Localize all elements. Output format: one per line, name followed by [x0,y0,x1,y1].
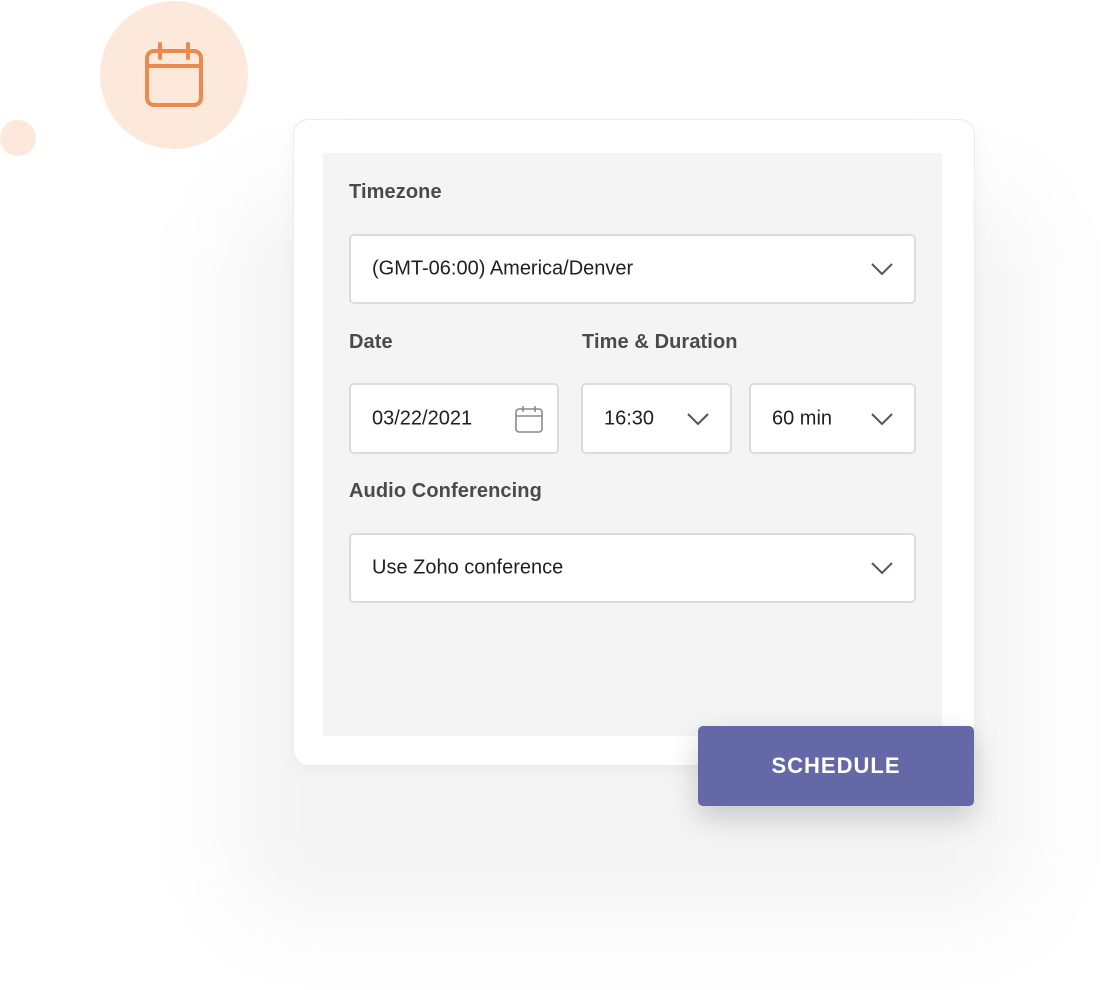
chevron-down-icon [871,263,893,276]
chevron-down-icon [871,562,893,575]
chevron-down-icon [687,412,709,425]
duration-value: 60 min [772,407,833,429]
calendar-badge [100,1,248,149]
date-input[interactable]: 03/22/2021 [349,383,559,454]
stage: Timezone (GMT-06:00) America/Denver Date… [0,0,1112,990]
audio-conferencing-select[interactable]: Use Zoho conference [349,533,916,603]
timezone-value: (GMT-06:00) America/Denver [372,257,634,280]
audio-conferencing-value: Use Zoho conference [372,556,564,579]
timezone-select[interactable]: (GMT-06:00) America/Denver [349,234,916,304]
calendar-icon[interactable] [514,404,544,434]
duration-select[interactable]: 60 min [749,383,916,454]
time-duration-label: Time & Duration [582,331,738,353]
date-label: Date [349,331,393,353]
schedule-button[interactable]: SCHEDULE [698,726,974,806]
chevron-down-icon [871,412,893,425]
date-value: 03/22/2021 [372,407,473,429]
time-select[interactable]: 16:30 [581,383,732,454]
calendar-icon [145,42,203,107]
time-value: 16:30 [604,407,655,429]
timezone-label: Timezone [349,181,442,203]
audio-conferencing-label: Audio Conferencing [349,480,542,502]
decorative-dot [0,120,36,156]
